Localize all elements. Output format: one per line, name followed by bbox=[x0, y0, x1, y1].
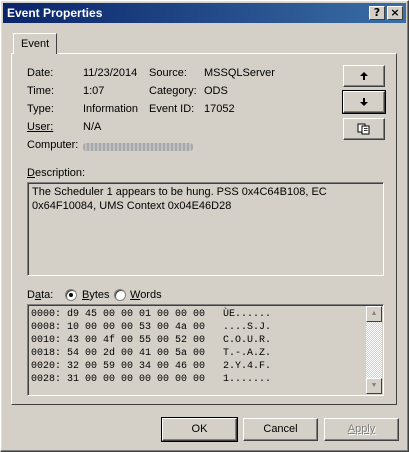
data-row: 0028: 31 00 00 00 00 00 00 00 1....... bbox=[31, 374, 272, 385]
event-properties-window: Event Properties ? × Event Date: 11/23/2… bbox=[0, 0, 409, 452]
apply-button[interactable]: Apply bbox=[324, 418, 399, 441]
category-label: Category: bbox=[149, 85, 197, 97]
time-label: Time: bbox=[27, 85, 55, 97]
source-value: MSSQLServer bbox=[204, 67, 275, 79]
date-label: Date: bbox=[27, 67, 54, 79]
data-box[interactable]: 0000: d9 45 00 00 01 00 00 00 ÙE...... 0… bbox=[27, 304, 384, 396]
user-label: User: bbox=[27, 121, 54, 133]
data-row: 0020: 32 00 59 00 34 00 46 00 2.Y.4.F. bbox=[31, 361, 272, 372]
bytes-radio[interactable] bbox=[65, 289, 77, 301]
data-label-first: D bbox=[27, 289, 35, 301]
words-radio[interactable] bbox=[114, 289, 126, 301]
type-label: Type: bbox=[27, 103, 54, 115]
description-box[interactable]: The Scheduler 1 appears to be hung. PSS … bbox=[27, 182, 384, 276]
type-value: Information bbox=[83, 103, 139, 115]
tab-event[interactable]: Event bbox=[13, 33, 57, 54]
next-event-button[interactable] bbox=[342, 90, 386, 114]
time-value: 1:07 bbox=[83, 85, 105, 97]
ok-button-label: OK bbox=[191, 423, 208, 435]
arrow-down-icon bbox=[360, 98, 368, 106]
scroll-up-icon[interactable]: ▲ bbox=[366, 306, 382, 322]
computer-label: Computer: bbox=[27, 139, 79, 151]
window-title: Event Properties bbox=[7, 6, 103, 20]
cancel-button-label: Cancel bbox=[263, 423, 298, 435]
words-label[interactable]: Words bbox=[130, 289, 162, 301]
title-bar[interactable]: Event Properties ? × bbox=[3, 3, 406, 23]
computer-value-redacted bbox=[83, 141, 193, 153]
data-scrollbar[interactable]: ▲ ▼ bbox=[366, 306, 382, 394]
cancel-button[interactable]: Cancel bbox=[243, 418, 318, 441]
data-row: 0008: 10 00 00 00 53 00 4a 00 ....S.J. bbox=[31, 322, 272, 333]
scroll-track[interactable] bbox=[366, 322, 382, 378]
description-label: Description: bbox=[27, 167, 86, 179]
scroll-down-icon[interactable]: ▼ bbox=[366, 378, 382, 394]
data-label-rest: ta: bbox=[41, 289, 54, 301]
description-text: The Scheduler 1 appears to be hung. PSS … bbox=[32, 186, 327, 212]
data-rows: 0000: d9 45 00 00 01 00 00 00 ÙE...... 0… bbox=[31, 308, 366, 386]
bytes-label[interactable]: Bytes bbox=[82, 289, 110, 301]
description-label-rest: escription: bbox=[34, 167, 86, 179]
apply-button-label: Apply bbox=[347, 423, 376, 435]
category-value: ODS bbox=[204, 85, 228, 97]
help-button[interactable]: ? bbox=[369, 6, 385, 20]
eventid-value: 17052 bbox=[204, 103, 235, 115]
data-row: 0018: 54 00 2d 00 41 00 5a 00 T.-.A.Z. bbox=[31, 348, 272, 359]
tab-event-label: Event bbox=[21, 38, 50, 50]
close-button[interactable]: × bbox=[387, 6, 403, 20]
previous-event-button[interactable] bbox=[343, 65, 385, 87]
data-row: 0000: d9 45 00 00 01 00 00 00 ÙE...... bbox=[31, 309, 272, 320]
data-row: 0010: 43 00 4f 00 55 00 52 00 C.O.U.R. bbox=[31, 335, 272, 346]
source-label: Source: bbox=[149, 67, 187, 79]
ok-button[interactable]: OK bbox=[161, 417, 238, 442]
data-label: Data: bbox=[27, 289, 53, 301]
eventid-label: Event ID: bbox=[149, 103, 195, 115]
copy-icon bbox=[357, 123, 370, 135]
user-value: N/A bbox=[83, 121, 102, 133]
date-value: 11/23/2014 bbox=[83, 67, 138, 79]
arrow-up-icon bbox=[360, 72, 368, 80]
copy-button[interactable] bbox=[343, 118, 385, 140]
